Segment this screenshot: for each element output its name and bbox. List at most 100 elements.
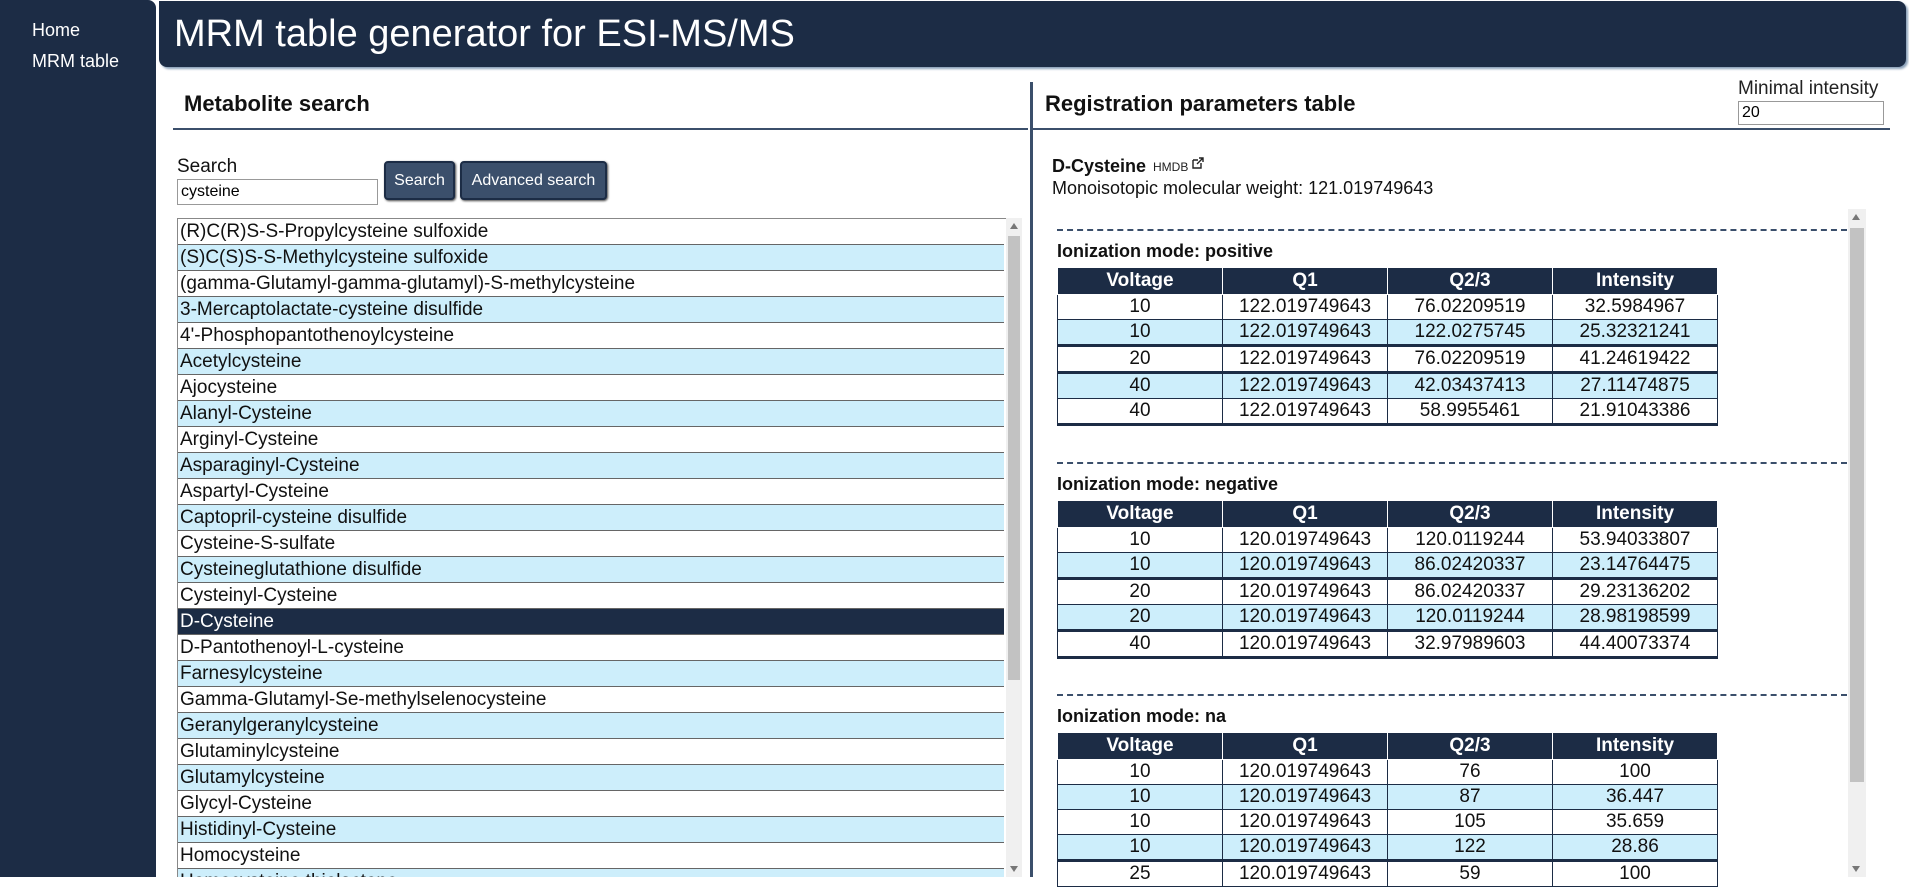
table-cell: 21.91043386 [1552,398,1718,426]
scroll-down-arrow-icon[interactable] [1852,866,1860,872]
table-cell: 86.02420337 [1387,552,1553,579]
nav-mrm-table-link[interactable]: MRM table [32,51,119,72]
table-cell: 40 [1057,629,1223,659]
column-header: Voltage [1057,500,1223,528]
table-cell: 86.02420337 [1387,577,1553,605]
table-row: 10 120.019749643 105 35.659 [1057,809,1718,835]
page-title: MRM table generator for ESI-MS/MS [174,13,795,55]
panel-divider [1030,82,1033,877]
advanced-search-button[interactable]: Advanced search [460,161,607,200]
list-item[interactable]: Histidinyl-Cysteine [178,817,1004,843]
list-item[interactable]: 3-Mercaptolactate-cysteine disulfide [178,297,1004,323]
table-cell: 10 [1057,784,1223,810]
column-header: Intensity [1552,267,1718,295]
scrollbar-thumb[interactable] [1008,236,1020,680]
table-cell: 120.0119244 [1387,527,1553,553]
ionization-mode-title: Ionization mode: na [1057,706,1226,726]
table-cell: 120.019749643 [1222,527,1388,553]
ionization-mode-title: Ionization mode: positive [1057,241,1274,261]
list-item[interactable]: D-Pantothenoyl-L-cysteine [178,635,1004,661]
table-row: 20 122.019749643 76.02209519 41.24619422 [1057,344,1718,373]
list-item[interactable]: Ajocysteine [178,375,1004,401]
table-cell: 40 [1057,371,1223,399]
table-cell: 32.5984967 [1552,294,1718,320]
table-cell: 122.019749643 [1222,319,1388,346]
table-cell: 10 [1057,294,1223,320]
divider [173,128,1028,130]
table-cell: 10 [1057,527,1223,553]
table-cell: 23.14764475 [1552,552,1718,579]
table-cell: 20 [1057,604,1223,631]
table-cell: 53.94033807 [1552,527,1718,553]
table-cell: 76.02209519 [1387,294,1553,320]
column-header: Voltage [1057,732,1223,760]
table-cell: 36.447 [1552,784,1718,810]
list-item[interactable]: Glutamylcysteine [178,765,1004,791]
table-cell: 122.019749643 [1222,344,1388,373]
column-header: Q2/3 [1387,732,1553,760]
table-cell: 122.0275745 [1387,319,1553,346]
list-item[interactable]: (R)C(R)S-S-Propylcysteine sulfoxide [178,219,1004,245]
scroll-up-arrow-icon[interactable] [1010,223,1018,229]
table-row: 10 122.019749643 76.02209519 32.5984967 [1057,294,1718,320]
search-label: Search [177,156,238,177]
list-item[interactable]: D-Cysteine [178,609,1004,635]
list-item[interactable]: (S)C(S)S-S-Methylcysteine sulfoxide [178,245,1004,271]
section-divider [1057,462,1847,464]
column-header: Q2/3 [1387,500,1553,528]
list-item[interactable]: Cysteinyl-Cysteine [178,583,1004,609]
results-scrollbar[interactable] [1006,218,1022,877]
list-item[interactable]: Homocysteine thiolactone [178,869,1004,877]
external-link-icon[interactable] [1192,157,1204,169]
list-item[interactable]: Gamma-Glutamyl-Se-methylselenocysteine [178,687,1004,713]
table-cell: 120.019749643 [1222,629,1388,659]
table-cell: 41.24619422 [1552,344,1718,373]
list-item[interactable]: Farnesylcysteine [178,661,1004,687]
list-item[interactable]: Cysteine-S-sulfate [178,531,1004,557]
nav-home-link[interactable]: Home [32,20,80,41]
table-cell: 76 [1387,759,1553,785]
table-cell: 25.32321241 [1552,319,1718,346]
table-cell: 120.019749643 [1222,859,1388,887]
list-item[interactable]: Arginyl-Cysteine [178,427,1004,453]
table-cell: 20 [1057,577,1223,605]
list-item[interactable]: Glycyl-Cysteine [178,791,1004,817]
compound-name: D-Cysteine [1052,156,1147,176]
search-input[interactable] [177,179,378,205]
list-item[interactable]: Asparaginyl-Cysteine [178,453,1004,479]
table-cell: 122.019749643 [1222,294,1388,320]
list-item[interactable]: Cysteineglutathione disulfide [178,557,1004,583]
table-row: 10 120.019749643 87 36.447 [1057,784,1718,810]
list-item[interactable]: Acetylcysteine [178,349,1004,375]
parameters-scrollbar[interactable] [1848,209,1866,877]
scroll-down-arrow-icon[interactable] [1010,866,1018,872]
scroll-up-arrow-icon[interactable] [1852,214,1860,220]
sidebar: Home MRM table [0,0,156,877]
parameters-table: Voltage Q1 Q2/3 Intensity 10 120.019749643 120… [1057,500,1718,659]
search-button[interactable]: Search [384,161,455,200]
list-item[interactable]: Alanyl-Cysteine [178,401,1004,427]
metabolite-search-title: Metabolite search [184,91,370,116]
list-item[interactable]: Aspartyl-Cysteine [178,479,1004,505]
list-item[interactable]: Homocysteine [178,843,1004,869]
page-header: MRM table generator for ESI-MS/MS [159,1,1906,67]
minimal-intensity-input[interactable] [1738,101,1884,125]
list-item[interactable]: Geranylgeranylcysteine [178,713,1004,739]
metabolite-results-list[interactable]: (R)C(R)S-S-Propylcysteine sulfoxide (S)C(… [177,218,1022,877]
list-item[interactable]: Glutaminylcysteine [178,739,1004,765]
parameters-table: Voltage Q1 Q2/3 Intensity 10 120.019749643 76 1… [1057,732,1718,887]
table-row: 20 120.019749643 120.0119244 28.98198599 [1057,604,1718,631]
table-cell: 44.40073374 [1552,629,1718,659]
scrollbar-thumb[interactable] [1850,228,1864,782]
list-item[interactable]: 4'-Phosphopantothenoylcysteine [178,323,1004,349]
table-cell: 120.019749643 [1222,809,1388,835]
list-item[interactable]: (gamma-Glutamyl-gamma-glutamyl)-S-methyl… [178,271,1004,297]
table-row: 10 120.019749643 86.02420337 23.14764475 [1057,552,1718,579]
table-cell: 120.019749643 [1222,759,1388,785]
list-item[interactable]: Captopril-cysteine disulfide [178,505,1004,531]
table-cell: 42.03437413 [1387,371,1553,399]
table-row: 20 120.019749643 86.02420337 29.23136202 [1057,577,1718,605]
table-cell: 120.019749643 [1222,552,1388,579]
hmdb-link[interactable]: HMDB [1153,160,1188,174]
column-header: Q1 [1222,732,1388,760]
